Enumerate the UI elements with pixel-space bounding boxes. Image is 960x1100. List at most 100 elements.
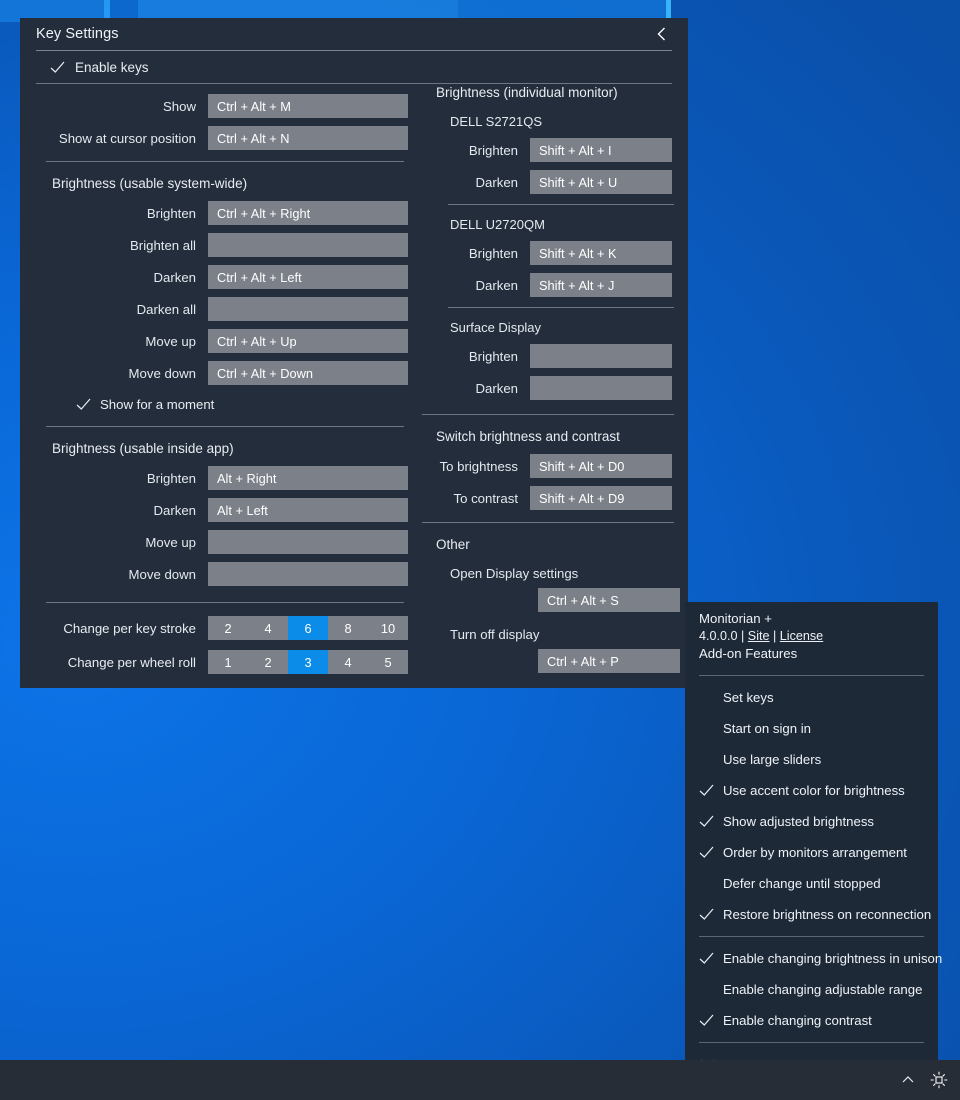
row-label: Move down bbox=[20, 366, 208, 381]
row-label: Move down bbox=[20, 567, 208, 582]
row-label: Darken bbox=[420, 278, 530, 293]
shortcut-input-app-darken[interactable] bbox=[208, 498, 408, 522]
shortcut-input-show-at-cursor[interactable] bbox=[208, 126, 408, 150]
menu-item-label: Set keys bbox=[723, 690, 774, 705]
version-number: 4.0.0.0 bbox=[699, 629, 738, 643]
shortcut-input-s2721qs-brighten[interactable] bbox=[530, 138, 672, 162]
shortcut-input-open-display-settings[interactable] bbox=[538, 588, 680, 612]
shortcut-row-app-darken: Darken bbox=[20, 494, 420, 526]
shortcut-input-darken[interactable] bbox=[208, 265, 408, 289]
shortcut-input-u2720qm-brighten[interactable] bbox=[530, 241, 672, 265]
license-link[interactable]: License bbox=[780, 629, 823, 643]
row-label: Brighten bbox=[420, 349, 530, 364]
menu-item-restore-brightness-on-reconnection[interactable]: Restore brightness on reconnection bbox=[685, 899, 938, 930]
menu-item-label: Use accent color for brightness bbox=[723, 783, 905, 798]
shortcut-input-s2721qs-darken[interactable] bbox=[530, 170, 672, 194]
stepper-option[interactable]: 10 bbox=[368, 616, 408, 640]
menu-item-label: Order by monitors arrangement bbox=[723, 845, 907, 860]
group-title-switch: Switch brightness and contrast bbox=[420, 419, 688, 450]
stepper-option-selected[interactable]: 6 bbox=[288, 616, 328, 640]
menu-item-show-adjusted-brightness[interactable]: Show adjusted brightness bbox=[685, 806, 938, 837]
menu-item-enable-changing-adjustable-range[interactable]: Enable changing adjustable range bbox=[685, 974, 938, 1005]
checkmark-icon bbox=[699, 1013, 714, 1028]
shortcut-input-darken-all[interactable] bbox=[208, 297, 408, 321]
turn-off-display-label: Turn off display bbox=[420, 615, 688, 646]
chevron-left-icon[interactable] bbox=[648, 21, 674, 47]
menu-item-defer-change-until-stopped[interactable]: Defer change until stopped bbox=[685, 868, 938, 899]
row-label: Show bbox=[20, 99, 208, 114]
menu-item-label: Use large sliders bbox=[723, 752, 821, 767]
separator: | bbox=[773, 629, 776, 643]
menu-item-order-by-monitors-arrangement[interactable]: Order by monitors arrangement bbox=[685, 837, 938, 868]
shortcut-input-brighten-all[interactable] bbox=[208, 233, 408, 257]
site-link[interactable]: Site bbox=[748, 629, 770, 643]
shortcut-input-turn-off-display[interactable] bbox=[538, 649, 680, 673]
shortcut-row-brighten: Brighten bbox=[20, 197, 420, 229]
turn-off-display-row bbox=[420, 646, 688, 676]
brightness-sun-icon[interactable] bbox=[930, 1071, 948, 1089]
shortcut-input-show[interactable] bbox=[208, 94, 408, 118]
enable-keys-toggle[interactable]: Enable keys bbox=[20, 51, 688, 83]
change-per-wheel-roll-stepper[interactable]: 1 2 3 4 5 bbox=[208, 650, 408, 674]
menu-item-set-keys[interactable]: Set keys bbox=[685, 682, 938, 713]
checkmark-icon bbox=[699, 907, 714, 922]
shortcut-row-darken-all: Darken all bbox=[20, 293, 420, 325]
shortcut-input-app-brighten[interactable] bbox=[208, 466, 408, 490]
menu-divider bbox=[699, 1042, 924, 1043]
menu-item-enable-changing-contrast[interactable]: Enable changing contrast bbox=[685, 1005, 938, 1036]
stepper-option[interactable]: 1 bbox=[208, 650, 248, 674]
monitor-divider bbox=[448, 204, 674, 205]
change-per-key-stroke-stepper[interactable]: 2 4 6 8 10 bbox=[208, 616, 408, 640]
row-label: Darken bbox=[20, 503, 208, 518]
row-label: Brighten bbox=[20, 206, 208, 221]
menu-item-use-accent-color[interactable]: Use accent color for brightness bbox=[685, 775, 938, 806]
stepper-option[interactable]: 4 bbox=[328, 650, 368, 674]
shortcut-input-brighten[interactable] bbox=[208, 201, 408, 225]
stepper-option[interactable]: 2 bbox=[248, 650, 288, 674]
monitor-row-darken: Darken bbox=[420, 372, 688, 404]
shortcut-input-app-move-up[interactable] bbox=[208, 530, 408, 554]
shortcut-input-app-move-down[interactable] bbox=[208, 562, 408, 586]
switch-row-to-contrast: To contrast bbox=[420, 482, 688, 514]
stepper-option[interactable]: 2 bbox=[208, 616, 248, 640]
panel-header: Key Settings bbox=[20, 18, 688, 50]
shortcut-row-move-down: Move down bbox=[20, 357, 420, 389]
menu-item-label: Restore brightness on reconnection bbox=[723, 907, 931, 922]
menu-divider bbox=[699, 675, 924, 676]
group-title-other: Other bbox=[420, 527, 688, 558]
section-divider bbox=[46, 602, 404, 603]
shortcut-input-surface-darken[interactable] bbox=[530, 376, 672, 400]
show-for-a-moment-toggle[interactable]: Show for a moment bbox=[20, 389, 420, 419]
chevron-up-icon[interactable] bbox=[900, 1072, 916, 1088]
menu-item-use-large-sliders[interactable]: Use large sliders bbox=[685, 744, 938, 775]
row-label: Darken bbox=[420, 381, 530, 396]
row-label: Darken bbox=[20, 270, 208, 285]
change-per-wheel-roll-row: Change per wheel roll 1 2 3 4 5 bbox=[20, 645, 420, 679]
menu-item-enable-changing-brightness-in-unison[interactable]: Enable changing brightness in unison bbox=[685, 943, 938, 974]
shortcut-row-show-at-cursor: Show at cursor position bbox=[20, 122, 420, 154]
stepper-option-selected[interactable]: 3 bbox=[288, 650, 328, 674]
shortcut-input-to-contrast[interactable] bbox=[530, 486, 672, 510]
shortcut-input-move-up[interactable] bbox=[208, 329, 408, 353]
section-divider bbox=[46, 426, 404, 427]
section-divider bbox=[422, 522, 674, 523]
separator: | bbox=[741, 629, 744, 643]
stepper-option[interactable]: 5 bbox=[368, 650, 408, 674]
monitor-row-brighten: Brighten bbox=[420, 134, 688, 166]
row-label: Show at cursor position bbox=[20, 131, 208, 146]
shortcut-input-move-down[interactable] bbox=[208, 361, 408, 385]
version-row: 4.0.0.0 | Site | License bbox=[699, 628, 938, 646]
app-name: Monitorian + bbox=[699, 610, 938, 628]
change-per-key-stroke-row: Change per key stroke 2 4 6 8 10 bbox=[20, 611, 420, 645]
shortcut-input-surface-brighten[interactable] bbox=[530, 344, 672, 368]
menu-item-label: Enable changing adjustable range bbox=[723, 982, 922, 997]
stepper-option[interactable]: 4 bbox=[248, 616, 288, 640]
shortcut-input-to-brightness[interactable] bbox=[530, 454, 672, 478]
addon-features-label: Add-on Features bbox=[699, 645, 938, 663]
stepper-option[interactable]: 8 bbox=[328, 616, 368, 640]
row-label: To contrast bbox=[420, 491, 530, 506]
monitor-name-dell-u2720qm: DELL U2720QM bbox=[420, 209, 688, 237]
shortcut-input-u2720qm-darken[interactable] bbox=[530, 273, 672, 297]
menu-item-start-on-sign-in[interactable]: Start on sign in bbox=[685, 713, 938, 744]
menu-item-label: Show adjusted brightness bbox=[723, 814, 874, 829]
